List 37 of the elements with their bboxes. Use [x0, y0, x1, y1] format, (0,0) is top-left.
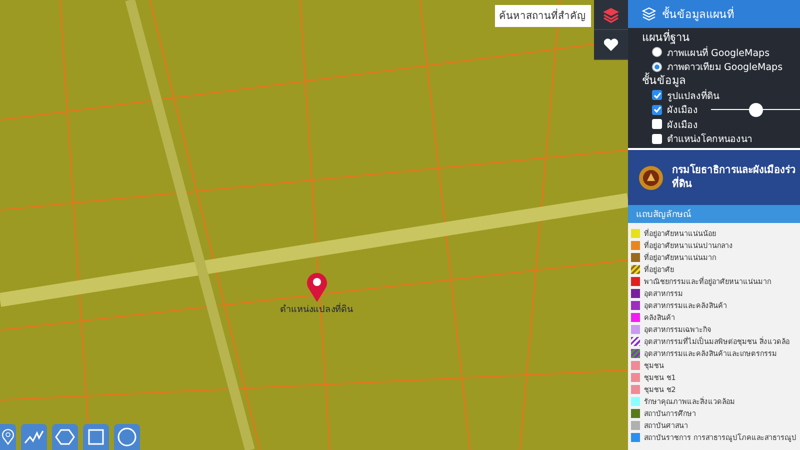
- marker-label: ตำแหน่งแปลงที่ดิน: [280, 302, 353, 316]
- draw-tool-button[interactable]: [52, 424, 78, 450]
- rectangle-icon: [87, 428, 105, 446]
- checkbox[interactable]: [652, 119, 662, 130]
- option-label: ผังเมือง: [667, 118, 698, 132]
- section-heading: ชั้นข้อมูล: [642, 74, 687, 88]
- draw-tool-button[interactable]: [114, 424, 140, 450]
- map-pin-icon[interactable]: [306, 272, 328, 302]
- layers-icon: [602, 6, 620, 22]
- layers-icon: [642, 7, 656, 21]
- option-label: ภาพดาวเทียม GoogleMaps: [667, 61, 783, 74]
- agency-name: ที่ดิน: [672, 178, 693, 192]
- polygon-icon: [55, 428, 75, 446]
- option-label: ภาพแผนที่ GoogleMaps: [667, 45, 770, 60]
- radio-button[interactable]: [652, 47, 662, 58]
- draw-tool-button[interactable]: [21, 424, 47, 450]
- checkbox[interactable]: [652, 104, 662, 115]
- checkbox[interactable]: [652, 90, 662, 100]
- section-heading: แผนที่ฐาน: [642, 31, 691, 45]
- heart-icon: [603, 38, 619, 52]
- option-label: รูปแปลงที่ดิน: [667, 88, 719, 103]
- option-label: ตำแหน่งโคกหนองนา: [667, 132, 752, 146]
- agency-name: กรมโยธาธิการและผังเมืองร่ว: [672, 164, 796, 176]
- draw-tool-button[interactable]: [83, 424, 109, 450]
- panel-title: ชั้นข้อมูลแผนที่: [662, 6, 734, 23]
- search-field[interactable]: ค้นหาสถานที่สำคัญ: [495, 5, 591, 27]
- option-label: ผังเมือง: [667, 104, 698, 118]
- seal-icon: [638, 164, 664, 190]
- pin-icon: [1, 427, 15, 447]
- checkbox[interactable]: [652, 134, 662, 144]
- radio-button[interactable]: [652, 62, 662, 72]
- legend-title: แถบสัญลักษณ์: [636, 208, 691, 221]
- circle-icon: [117, 427, 137, 447]
- slider-thumb[interactable]: [748, 102, 762, 117]
- favorite-button[interactable]: [594, 30, 628, 60]
- draw-tool-button[interactable]: [0, 424, 16, 450]
- polyline-icon: [24, 429, 44, 445]
